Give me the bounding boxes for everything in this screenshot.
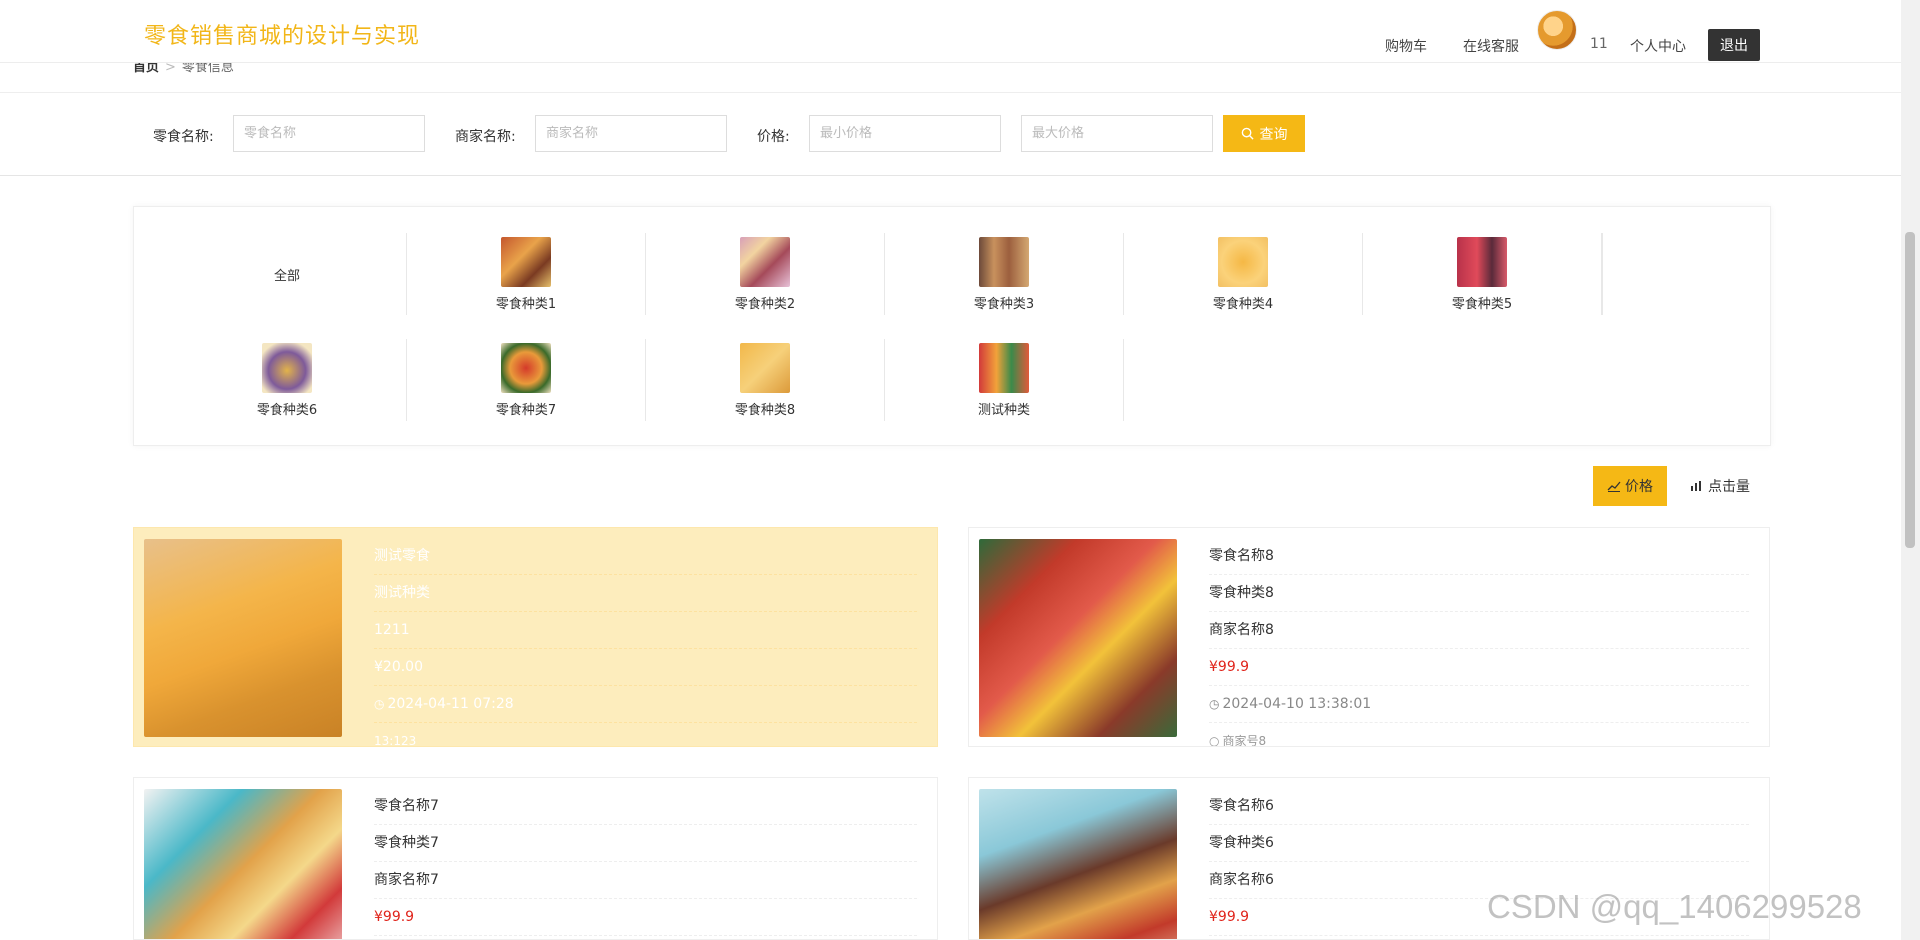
product-time-row: ◷ 2024-04-10 13:38:01 (1209, 686, 1749, 723)
nav-cart-link[interactable]: 购物车 (1385, 36, 1427, 56)
category-label: 零食种类1 (495, 296, 557, 312)
product-time: 2024-04-11 07:28 (387, 696, 514, 712)
category-label: 零食种类8 (734, 402, 796, 418)
max-price-input[interactable] (1021, 115, 1213, 152)
product-price: ¥99.9 (374, 899, 917, 936)
price-label: 价格: (757, 129, 790, 145)
product-extra: 商家号8 (1222, 734, 1267, 747)
product-card[interactable]: 测试零食 测试种类 1211 ¥20.00 ◷ 2024-04-11 07:28 … (133, 527, 938, 747)
product-price: ¥20.00 (374, 649, 917, 686)
product-price: ¥99.9 (1209, 649, 1749, 686)
category-label: 零食种类3 (973, 296, 1035, 312)
username-label: 11 (1590, 36, 1608, 52)
product-time: 2024-04-10 13:38:01 (1222, 696, 1372, 712)
watermark: CSDN @qq_1406299528 (1487, 888, 1862, 925)
nav-service-link[interactable]: 在线客服 (1463, 36, 1519, 56)
product-name: 测试零食 (374, 538, 917, 575)
product-category: 零食种类6 (1209, 825, 1749, 862)
category-thumbnail (740, 342, 790, 393)
category-panel: 全部 零食种类1 零食种类2 零食种类3 零食种类4 零食种类5 零食种类6 零… (133, 206, 1771, 446)
sort-by-clicks-button[interactable]: 点击量 (1680, 466, 1760, 506)
search-button[interactable]: 查询 (1223, 115, 1305, 152)
category-item[interactable]: 零食种类1 (407, 233, 646, 315)
product-shop: 1211 (374, 612, 917, 649)
sort-by-price-button[interactable]: 价格 (1593, 466, 1667, 506)
product-extra-row: ○ 商家号8 (1209, 723, 1749, 747)
product-image (144, 789, 342, 939)
search-button-label: 查询 (1259, 125, 1288, 142)
category-label: 零食种类7 (495, 402, 557, 418)
category-thumbnail (501, 236, 551, 287)
product-extra: 13:123 (374, 723, 917, 746)
user-avatar[interactable] (1537, 10, 1577, 50)
product-name: 零食名称8 (1209, 538, 1749, 575)
category-label: 零食种类5 (1451, 296, 1513, 312)
category-thumbnail (740, 236, 790, 287)
nav-user-center-link[interactable]: 个人中心 (1630, 36, 1686, 56)
trend-icon (1607, 481, 1621, 492)
category-all[interactable]: 全部 (168, 233, 407, 315)
sort-clicks-label: 点击量 (1708, 479, 1750, 495)
category-thumbnail (979, 236, 1029, 287)
product-info: 测试零食 测试种类 1211 ¥20.00 ◷ 2024-04-11 07:28 … (374, 538, 917, 746)
product-name: 零食名称6 (1209, 788, 1749, 825)
category-item[interactable]: 零食种类3 (885, 233, 1124, 315)
top-navbar: 零食销售商城的设计与实现 购物车 在线客服 11 个人中心 退出 (0, 0, 1901, 63)
snack-name-label: 零食名称: (153, 129, 214, 145)
category-item[interactable]: 零食种类8 (646, 339, 885, 421)
product-name: 零食名称7 (374, 788, 917, 825)
shop-name-input[interactable] (535, 115, 727, 152)
shop-name-label: 商家名称: (455, 129, 516, 145)
category-item[interactable]: 零食种类2 (646, 233, 885, 315)
product-card[interactable]: 零食名称7 零食种类7 商家名称7 ¥99.9 (133, 777, 938, 940)
product-shop: 商家名称8 (1209, 612, 1749, 649)
category-item[interactable]: 测试种类 (885, 339, 1124, 421)
product-category: 零食种类8 (1209, 575, 1749, 612)
category-thumbnail (1457, 236, 1507, 287)
category-thumbnail (262, 342, 312, 393)
category-item[interactable]: 零食种类5 (1363, 233, 1602, 315)
category-divider (1602, 233, 1603, 315)
category-label: 测试种类 (977, 402, 1030, 418)
bar-chart-icon (1691, 481, 1701, 491)
clock-icon: ◷ (374, 697, 385, 711)
product-image (144, 539, 342, 737)
logout-button[interactable]: 退出 (1708, 29, 1760, 61)
product-info: 零食名称7 零食种类7 商家名称7 ¥99.9 (374, 788, 917, 936)
clock-icon: ◷ (1209, 697, 1220, 711)
page-scrollbar-thumb[interactable] (1905, 232, 1915, 548)
category-item[interactable]: 零食种类6 (168, 339, 407, 421)
category-thumbnail (1218, 236, 1268, 287)
product-image (979, 789, 1177, 939)
category-item[interactable]: 零食种类4 (1124, 233, 1363, 315)
product-card[interactable]: 零食名称8 零食种类8 商家名称8 ¥99.9 ◷ 2024-04-10 13:3… (968, 527, 1770, 747)
product-category: 零食种类7 (374, 825, 917, 862)
category-label: 全部 (273, 268, 300, 284)
snack-name-input[interactable] (233, 115, 425, 152)
product-info: 零食名称8 零食种类8 商家名称8 ¥99.9 ◷ 2024-04-10 13:3… (1209, 538, 1749, 747)
category-label: 零食种类6 (256, 402, 318, 418)
shop-icon: ○ (1209, 734, 1220, 747)
product-category: 测试种类 (374, 575, 917, 612)
category-thumbnail (501, 342, 551, 393)
min-price-input[interactable] (809, 115, 1001, 152)
sort-price-label: 价格 (1625, 479, 1653, 495)
category-label: 零食种类4 (1212, 296, 1274, 312)
product-image (979, 539, 1177, 737)
product-shop: 商家名称7 (374, 862, 917, 899)
product-time-row: ◷ 2024-04-11 07:28 (374, 686, 917, 723)
search-icon (1241, 127, 1254, 140)
site-title[interactable]: 零食销售商城的设计与实现 (144, 18, 420, 50)
category-label: 零食种类2 (734, 296, 796, 312)
category-item[interactable]: 零食种类7 (407, 339, 646, 421)
category-thumbnail (979, 342, 1029, 393)
